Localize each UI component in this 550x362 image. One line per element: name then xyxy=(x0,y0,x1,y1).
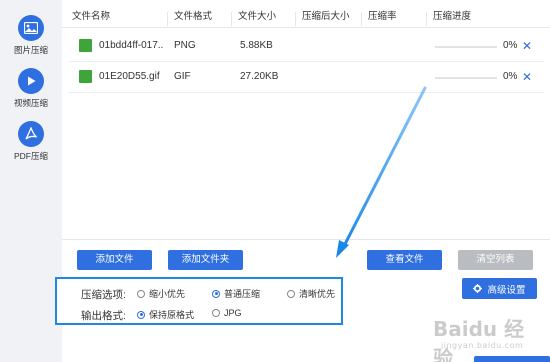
image-icon xyxy=(18,15,44,41)
view-files-button[interactable]: 查看文件 xyxy=(367,250,442,270)
sidebar: 图片压缩 视频压缩 PDF压缩 xyxy=(0,0,62,362)
gear-icon xyxy=(473,284,483,293)
progress-bar xyxy=(435,46,497,48)
header-file-name: 文件名称 xyxy=(72,11,111,22)
table-header: 文件名称 文件格式 文件大小 压缩后大小 压缩率 压缩进度 xyxy=(62,6,550,28)
watermark-url: jingyan.baidu.com xyxy=(441,341,524,350)
radio-label: 清晰优先 xyxy=(299,289,336,299)
image-file-icon xyxy=(79,39,92,52)
remove-file-icon[interactable]: ✕ xyxy=(522,31,532,61)
progress-bar xyxy=(435,77,497,79)
pdf-icon xyxy=(18,121,44,147)
radio-circle xyxy=(137,310,145,319)
header-compressed-size: 压缩后大小 xyxy=(295,12,350,26)
radio-shrink-first[interactable]: 缩小优先 xyxy=(137,287,185,300)
watermark: Baidu 经验 jingyan.baidu.com xyxy=(413,313,543,362)
radio-clarity-first[interactable]: 清晰优先 xyxy=(287,287,335,300)
table-row[interactable]: 01E20D55.gif GIF 27.20KB 0% ✕ xyxy=(62,62,550,92)
radio-label: 缩小优先 xyxy=(149,289,186,299)
add-file-button[interactable]: 添加文件 xyxy=(77,250,152,270)
progress-percent: 0% xyxy=(503,40,518,51)
output-format-row: 输出格式: 保持原格式 JPG xyxy=(57,305,341,323)
play-icon xyxy=(18,68,44,94)
file-size: 5.88KB xyxy=(240,40,273,51)
progress-percent: 0% xyxy=(503,71,518,82)
header-ratio: 压缩率 xyxy=(361,12,397,26)
bottom-start-button-edge[interactable] xyxy=(474,356,550,362)
file-format: GIF xyxy=(174,71,191,82)
sidebar-item-label: 图片压缩 xyxy=(13,45,48,55)
sidebar-item-image-compress[interactable]: 图片压缩 xyxy=(0,15,62,56)
radio-keep-format[interactable]: 保持原格式 xyxy=(137,308,194,321)
advanced-settings-button[interactable]: 高级设置 xyxy=(462,278,537,299)
header-file-size: 文件大小 xyxy=(231,12,276,26)
header-file-format: 文件格式 xyxy=(167,12,212,26)
clear-list-button[interactable]: 清空列表 xyxy=(458,250,533,270)
sidebar-item-video-compress[interactable]: 视频压缩 xyxy=(0,68,62,109)
radio-label: JPG xyxy=(224,308,242,318)
sidebar-item-label: 视频压缩 xyxy=(13,98,48,108)
radio-circle xyxy=(212,309,220,317)
image-file-icon xyxy=(79,70,92,83)
options-panel: 压缩选项: 缩小优先 普通压缩 清晰优先 输出格式: 保持原格式 JPG xyxy=(55,277,343,325)
remove-file-icon[interactable]: ✕ xyxy=(522,62,532,92)
radio-label: 普通压缩 xyxy=(224,289,261,299)
radio-circle xyxy=(212,289,220,298)
add-folder-button[interactable]: 添加文件夹 xyxy=(168,250,243,270)
advanced-settings-label: 高级设置 xyxy=(487,284,526,296)
watermark-logo-text: Baidu 经验 xyxy=(433,317,525,362)
table-row[interactable]: 01bdd4ff-017.. PNG 5.88KB 0% ✕ xyxy=(62,31,550,61)
file-name: 01bdd4ff-017.. xyxy=(99,40,164,51)
radio-circle xyxy=(287,289,295,298)
file-size: 27.20KB xyxy=(240,71,279,82)
radio-circle xyxy=(137,289,145,298)
compress-options-row: 压缩选项: 缩小优先 普通压缩 清晰优先 xyxy=(57,284,341,302)
sidebar-item-label: PDF压缩 xyxy=(13,151,48,161)
file-name: 01E20D55.gif xyxy=(99,71,160,82)
header-progress: 压缩进度 xyxy=(426,12,471,26)
radio-label: 保持原格式 xyxy=(149,310,195,320)
radio-normal-compress[interactable]: 普通压缩 xyxy=(212,287,260,300)
output-format-label: 输出格式: xyxy=(81,310,126,322)
compress-options-label: 压缩选项: xyxy=(81,289,126,301)
file-table: 文件名称 文件格式 文件大小 压缩后大小 压缩率 压缩进度 01bdd4ff-0… xyxy=(62,0,550,240)
sidebar-item-pdf-compress[interactable]: PDF压缩 xyxy=(0,121,62,162)
row-divider xyxy=(68,92,544,93)
radio-jpg[interactable]: JPG xyxy=(212,308,242,318)
file-format: PNG xyxy=(174,40,196,51)
